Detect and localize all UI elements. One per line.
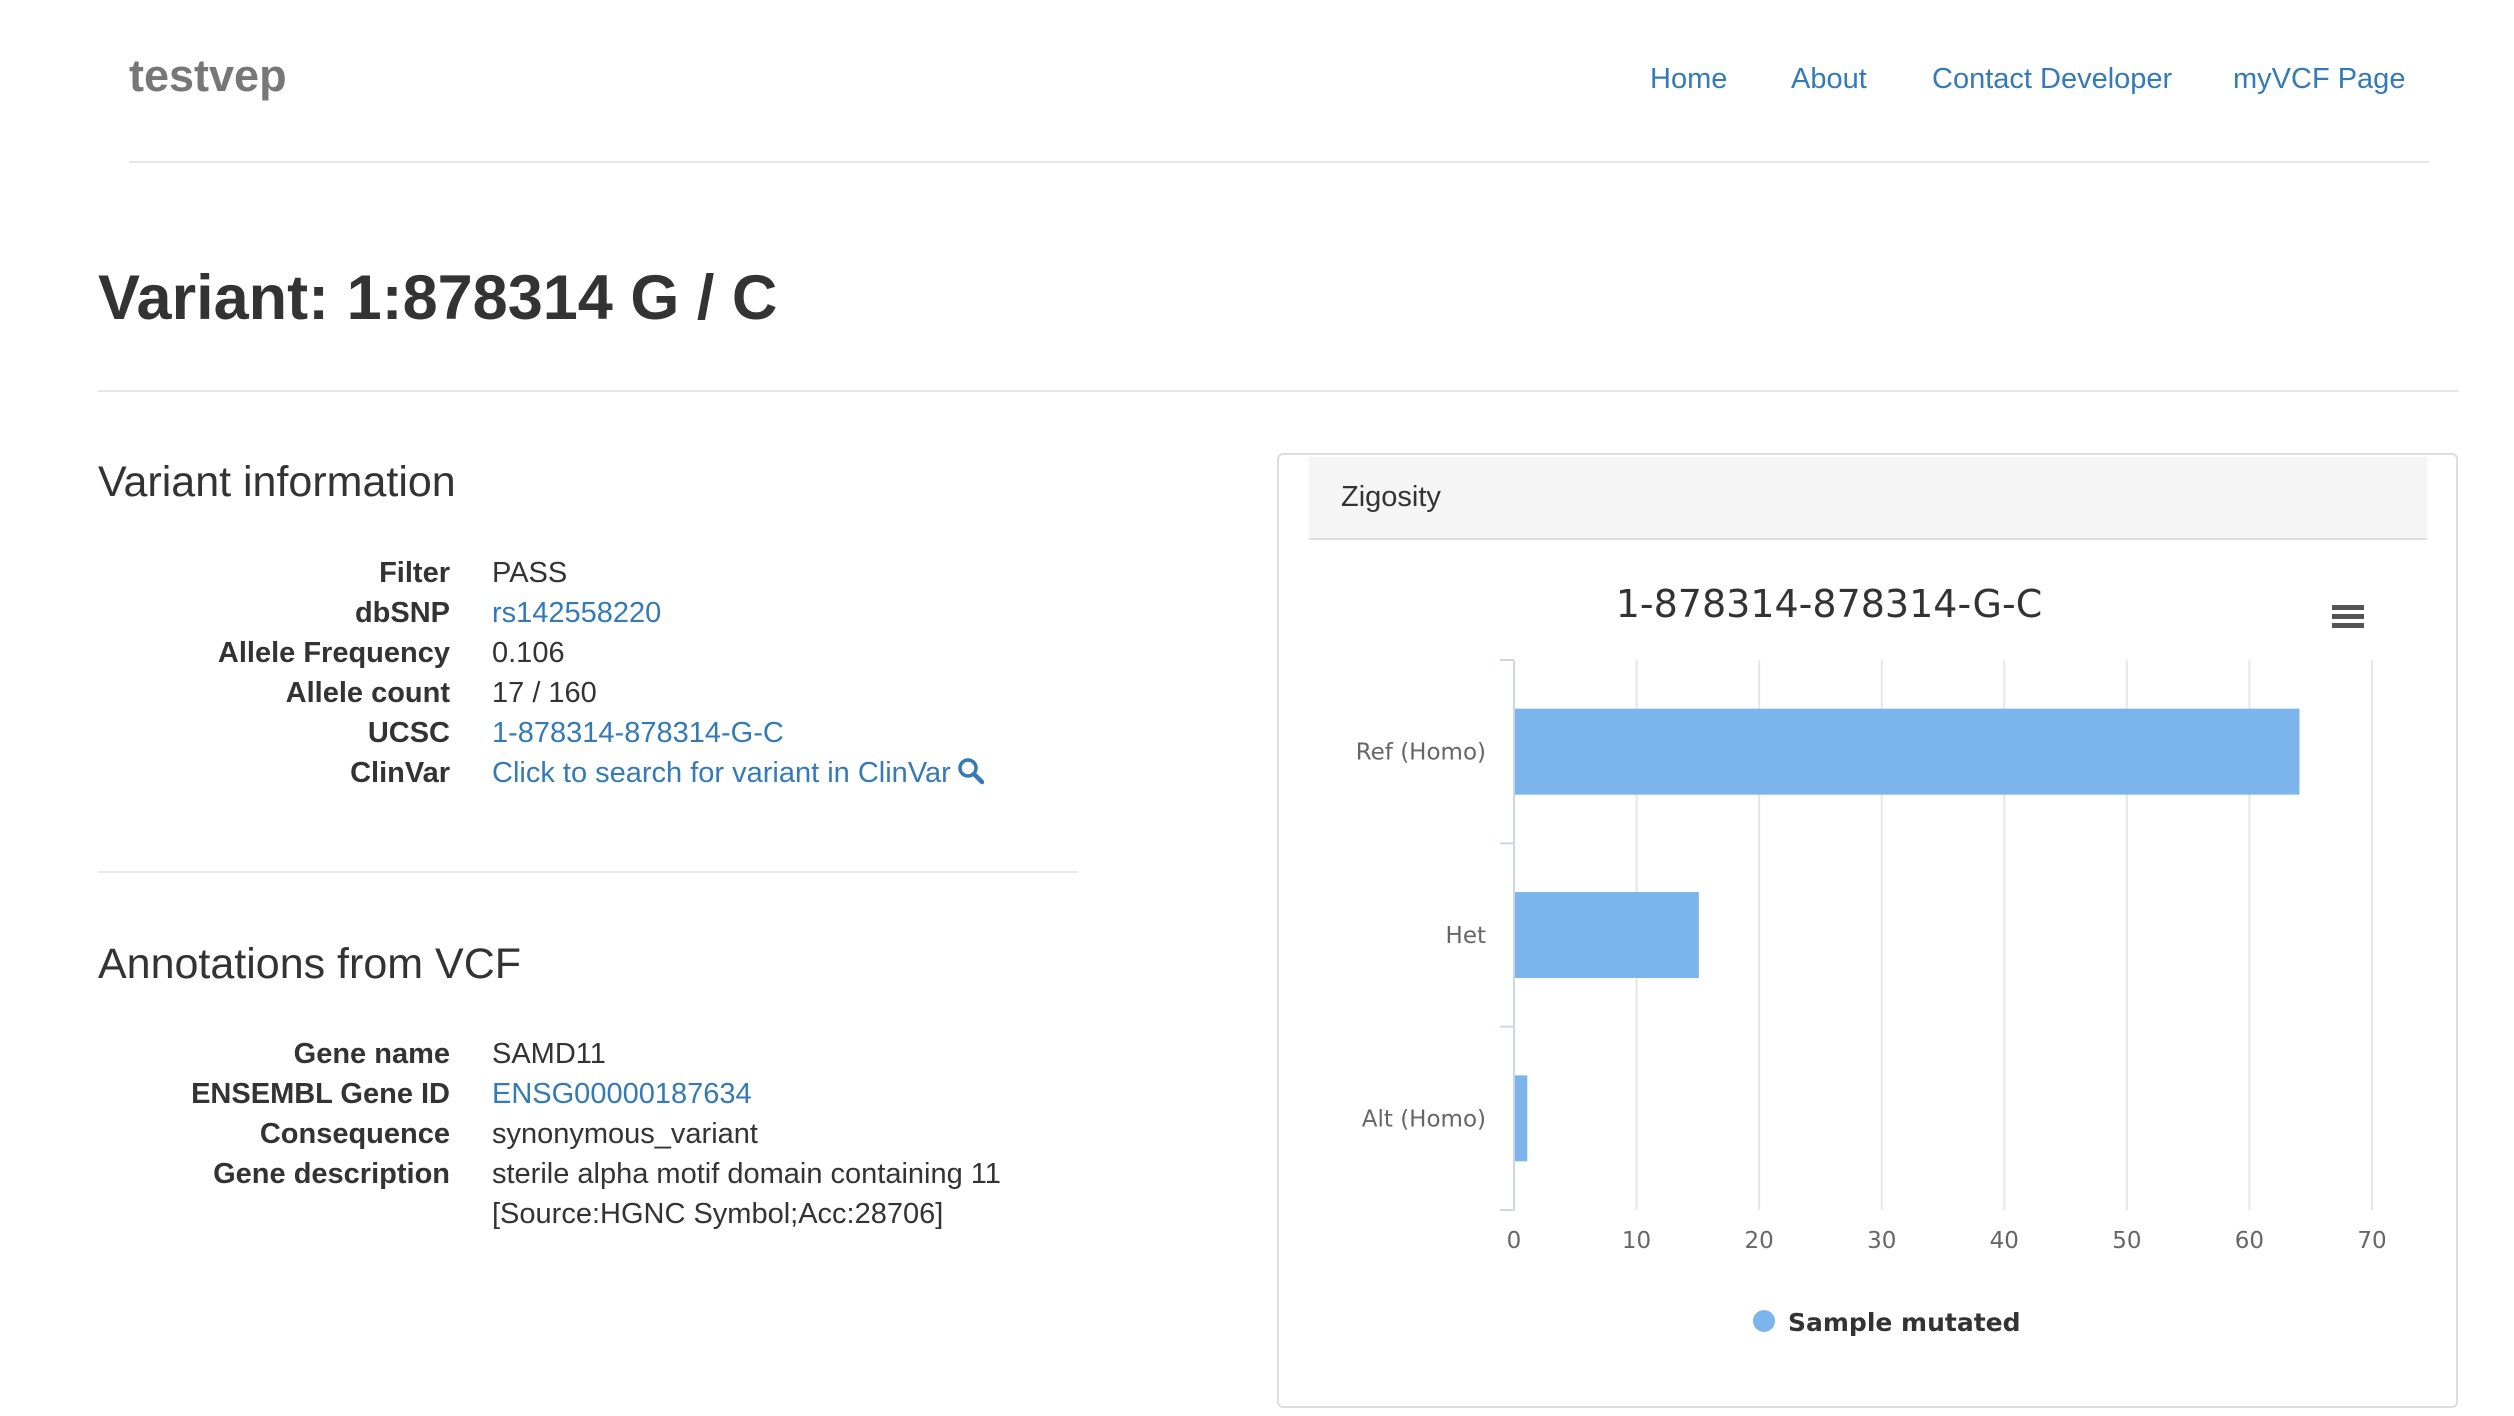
variant-info-row-dbsnp: dbSNP rs142558220 bbox=[0, 597, 1080, 637]
annotation-label: Consequence bbox=[259, 1118, 450, 1150]
x-tick-label: 70 bbox=[2357, 1228, 2386, 1254]
nav-links: Home About Contact Developer myVCF Page bbox=[0, 63, 2514, 103]
variant-info-label: Allele count bbox=[285, 677, 450, 709]
annotations-title: Annotations from VCF bbox=[98, 940, 522, 988]
legend-marker bbox=[1753, 1310, 1775, 1332]
variant-info-value: 0.106 bbox=[492, 637, 565, 669]
x-tick-label: 40 bbox=[1990, 1228, 2019, 1254]
annotation-label: Gene name bbox=[293, 1038, 450, 1070]
bar bbox=[1515, 892, 1699, 978]
variant-info-row-allele-count: Allele count 17 / 160 bbox=[0, 677, 1080, 717]
zigosity-panel: Zigosity 1-878314-878314-G-C 0 10 20 30 40 50… bbox=[1277, 453, 2458, 1408]
x-tick-label: 20 bbox=[1745, 1228, 1774, 1254]
annotation-row-ensembl-id: ENSEMBL Gene ID ENSG00000187634 bbox=[0, 1078, 1080, 1118]
y-category-label: Alt (Homo) bbox=[1362, 1106, 1486, 1132]
hamburger-menu-icon[interactable] bbox=[2325, 597, 2369, 637]
nav-myvcf-page-link[interactable]: myVCF Page bbox=[2233, 63, 2405, 96]
chart-legend[interactable]: Sample mutated bbox=[1753, 1308, 2021, 1337]
annotation-label: ENSEMBL Gene ID bbox=[191, 1078, 450, 1110]
variant-info-label: UCSC bbox=[367, 717, 450, 749]
search-icon bbox=[958, 758, 985, 785]
x-tick-label: 0 bbox=[1507, 1228, 1522, 1254]
annotation-label: Gene description bbox=[213, 1158, 450, 1190]
clinvar-link-text: Click to search for variant in ClinVar bbox=[492, 757, 951, 789]
y-category-label: Het bbox=[1446, 923, 1486, 949]
navbar-divider bbox=[129, 161, 2429, 163]
chart-title: 1-878314-878314-G-C bbox=[1616, 582, 2043, 626]
annotation-value: [Source:HGNC Symbol;Acc:28706] bbox=[492, 1198, 944, 1230]
annotation-row-gene-description: Gene description sterile alpha motif dom… bbox=[0, 1158, 1080, 1198]
variant-info-row-clinvar: ClinVar Click to search for variant in C… bbox=[0, 757, 1080, 797]
variant-info-row-ucsc: UCSC 1-878314-878314-G-C bbox=[0, 717, 1080, 757]
variant-info-label: Allele Frequency bbox=[217, 637, 450, 669]
page-title: Variant: 1:878314 G / C bbox=[98, 263, 778, 333]
annotation-value: sterile alpha motif domain containing 11 bbox=[492, 1158, 1001, 1190]
ensembl-gene-link[interactable]: ENSG00000187634 bbox=[492, 1078, 752, 1111]
variant-info-label: Filter bbox=[379, 557, 450, 589]
annotation-value: SAMD11 bbox=[492, 1038, 606, 1070]
y-category-label: Ref (Homo) bbox=[1356, 740, 1486, 766]
variant-info-value: PASS bbox=[492, 557, 568, 589]
zigosity-chart: 1-878314-878314-G-C 0 10 20 30 40 50 60 70 Ref (… bbox=[1356, 582, 2387, 1337]
variant-info-label: dbSNP bbox=[354, 597, 450, 629]
annotation-row-gene-description-source: [Source:HGNC Symbol;Acc:28706] bbox=[0, 1198, 1080, 1238]
nav-home-link[interactable]: Home bbox=[1650, 63, 1727, 96]
bar bbox=[1515, 1075, 1528, 1162]
section-divider bbox=[98, 871, 1078, 873]
variant-info-title: Variant information bbox=[98, 458, 456, 506]
dbsnp-link[interactable]: rs142558220 bbox=[492, 597, 661, 630]
ucsc-link[interactable]: 1-878314-878314-G-C bbox=[492, 717, 784, 750]
bar bbox=[1515, 708, 2300, 795]
variant-info-row-filter: Filter PASS bbox=[0, 557, 1080, 597]
clinvar-search-link[interactable]: Click to search for variant in ClinVar bbox=[492, 757, 985, 790]
annotation-row-gene-name: Gene name SAMD11 bbox=[0, 1038, 1080, 1078]
variant-info-label: ClinVar bbox=[350, 757, 450, 789]
variant-info-row-allele-frequency: Allele Frequency 0.106 bbox=[0, 637, 1080, 677]
annotation-value: synonymous_variant bbox=[492, 1118, 758, 1150]
annotation-row-consequence: Consequence synonymous_variant bbox=[0, 1118, 1080, 1158]
x-tick-label: 50 bbox=[2112, 1228, 2141, 1254]
legend-label: Sample mutated bbox=[1788, 1308, 2021, 1337]
x-tick-label: 10 bbox=[1622, 1228, 1651, 1254]
nav-contact-developer-link[interactable]: Contact Developer bbox=[1932, 63, 2172, 96]
title-divider bbox=[98, 390, 2459, 392]
x-tick-label: 60 bbox=[2235, 1228, 2264, 1254]
variant-info-value: 17 / 160 bbox=[492, 677, 597, 709]
x-tick-label: 30 bbox=[1867, 1228, 1896, 1254]
nav-about-link[interactable]: About bbox=[1791, 63, 1867, 96]
